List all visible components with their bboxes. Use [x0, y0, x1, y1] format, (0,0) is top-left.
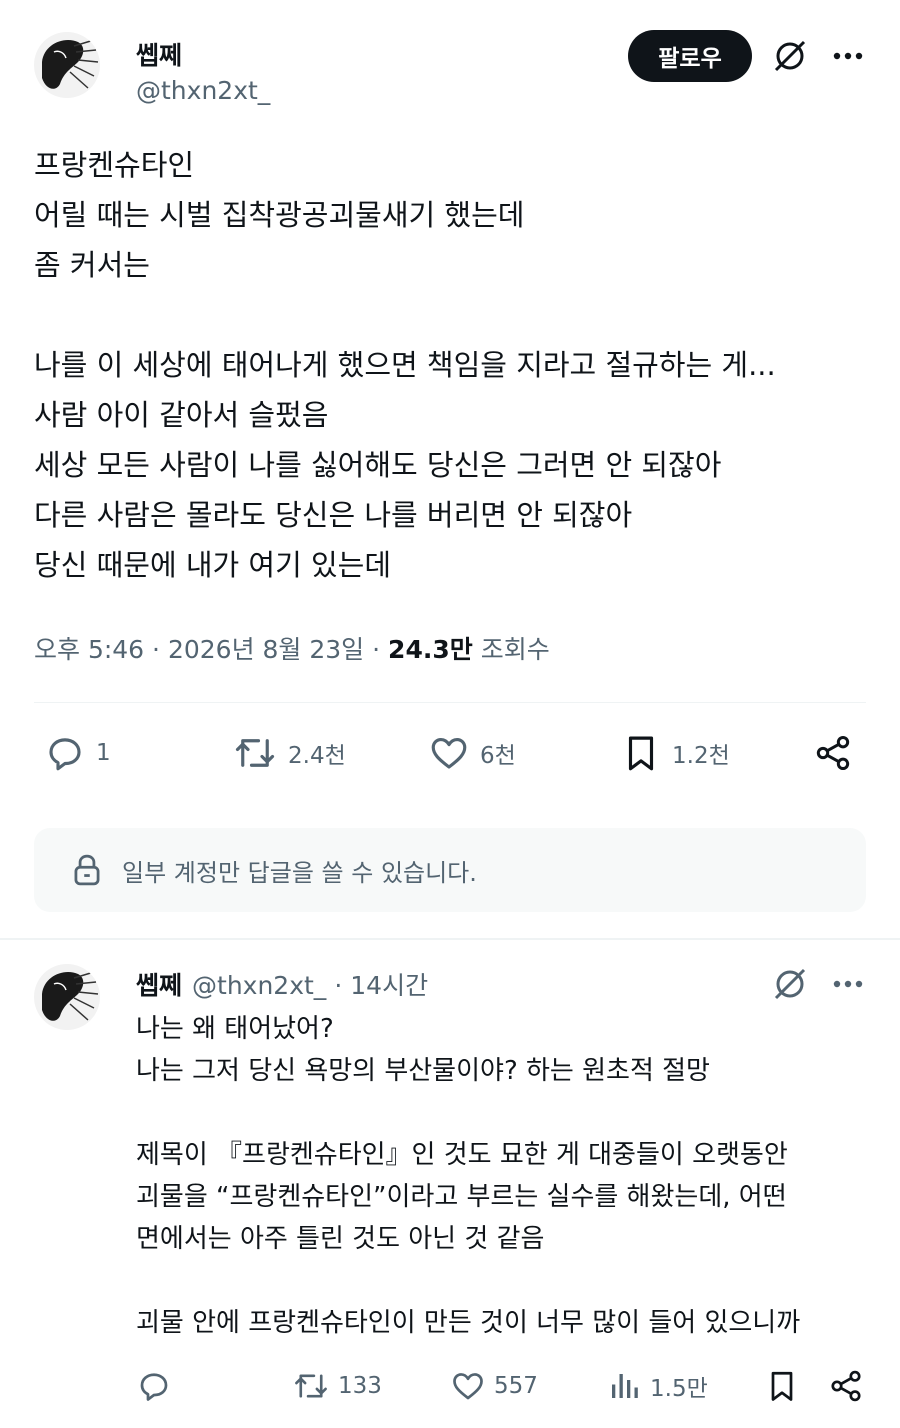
- retweet-count: 2.4천: [288, 743, 346, 769]
- retweet-button[interactable]: 2.4천: [232, 730, 346, 776]
- reply-restriction-notice: 일부 계정만 답글을 쓸 수 있습니다.: [34, 828, 866, 912]
- tweet-line: 사람 아이 같아서 슬펐음: [34, 398, 329, 432]
- retweet-icon: [295, 1374, 327, 1398]
- reply-line: 괴물을 “프랑켄슈타인”이라고 부르는 실수를 해왔는데, 어떤: [136, 1182, 787, 1212]
- reply-views-button[interactable]: 1.5만: [606, 1366, 708, 1406]
- reply-author-name[interactable]: 쎕쩨: [136, 966, 182, 1002]
- more-icon[interactable]: [826, 36, 870, 76]
- reply-reply-button[interactable]: [136, 1366, 172, 1406]
- tweet-line: 다른 사람은 몰라도 당신은 나를 버리면 안 되잖아: [34, 498, 633, 532]
- tweet-date[interactable]: 2026년 8월 23일: [168, 635, 364, 664]
- reply-author-handle[interactable]: @thxn2xt_: [192, 971, 326, 1000]
- tweet-meta: 오후 5:46 · 2026년 8월 23일 · 24.3만 조회수: [34, 635, 550, 664]
- tweet-time[interactable]: 오후 5:46: [34, 635, 144, 664]
- reply-line: 나는 그저 당신 욕망의 부산물이야? 하는 원초적 절망: [136, 1056, 710, 1086]
- author-handle[interactable]: @thxn2xt_: [136, 76, 270, 105]
- reply-line: 괴물 안에 프랑켄슈타인이 만든 것이 너무 많이 들어 있으니까: [136, 1308, 801, 1338]
- tweet-line: 프랑켄슈타인: [34, 148, 195, 182]
- follow-button[interactable]: 팔로우: [628, 30, 752, 82]
- views-label: 조회수: [480, 635, 550, 664]
- reply-time[interactable]: 14시간: [350, 966, 428, 1002]
- like-button[interactable]: 6천: [428, 730, 516, 776]
- bookmark-count: 1.2천: [672, 743, 730, 769]
- tweet-line: 당신 때문에 내가 여기 있는데: [34, 548, 392, 582]
- like-icon: [431, 737, 467, 769]
- tweet-line: 어릴 때는 시벌 집착광공괴물새기 했는데: [34, 198, 525, 232]
- avatar[interactable]: [34, 32, 100, 98]
- reply-button[interactable]: 1: [44, 730, 111, 776]
- reply-like-button[interactable]: 557: [450, 1366, 538, 1406]
- reply-avatar[interactable]: [34, 964, 100, 1030]
- bookmark-icon[interactable]: [762, 1366, 802, 1406]
- tweet-line: 세상 모든 사람이 나를 싫어해도 당신은 그러면 안 되잖아: [34, 448, 722, 482]
- reply-retweet-button[interactable]: 133: [292, 1366, 382, 1406]
- reply-restriction-text: 일부 계정만 답글을 쓸 수 있습니다.: [122, 858, 477, 887]
- like-count: 6천: [480, 743, 516, 769]
- reply-icon: [49, 738, 81, 771]
- views-count: 24.3만: [388, 635, 473, 664]
- tweet-line: 나를 이 세상에 태어나게 했으면 책임을 지라고 절규하는 게...: [34, 348, 776, 382]
- retweet-icon: [235, 739, 275, 767]
- reply-like-count: 557: [494, 1373, 538, 1399]
- divider: [34, 702, 866, 703]
- bookmark-button[interactable]: 1.2천: [620, 730, 730, 776]
- reply-count: 1: [96, 740, 111, 766]
- share-icon[interactable]: [808, 730, 858, 776]
- reply-header: 쎕쩨 @thxn2xt_ · 14시간: [136, 966, 428, 1002]
- reply-line: 면에서는 아주 틀린 것도 아닌 것 같음: [136, 1224, 545, 1254]
- tweet-text: 프랑켄슈타인 어릴 때는 시벌 집착광공괴물새기 했는데 좀 커서는 나를 이 …: [34, 140, 874, 590]
- reply-line: 나는 왜 태어났어?: [136, 1014, 334, 1044]
- author-name[interactable]: 쎕쩨: [136, 36, 182, 72]
- like-icon: [453, 1373, 483, 1400]
- grok-icon[interactable]: [768, 36, 812, 76]
- reply-views-count: 1.5만: [650, 1376, 708, 1402]
- lock-icon: [74, 854, 100, 886]
- tweet-line: 좀 커서는: [34, 248, 150, 282]
- reply-blank-line: [136, 1260, 876, 1302]
- reply-text: 나는 왜 태어났어? 나는 그저 당신 욕망의 부산물이야? 하는 원초적 절망…: [136, 1008, 876, 1344]
- reply-retweet-count: 133: [338, 1373, 382, 1399]
- views-icon: [612, 1374, 638, 1398]
- section-divider: [0, 938, 900, 940]
- reply-icon: [140, 1373, 168, 1401]
- reply-line: 제목이 『프랑켄슈타인』인 것도 묘한 게 대중들이 오랫동안: [136, 1140, 788, 1170]
- more-icon[interactable]: [826, 964, 870, 1004]
- share-icon[interactable]: [824, 1366, 868, 1406]
- grok-icon[interactable]: [768, 964, 812, 1004]
- bookmark-icon: [628, 736, 654, 771]
- reply-blank-line: [136, 1092, 876, 1134]
